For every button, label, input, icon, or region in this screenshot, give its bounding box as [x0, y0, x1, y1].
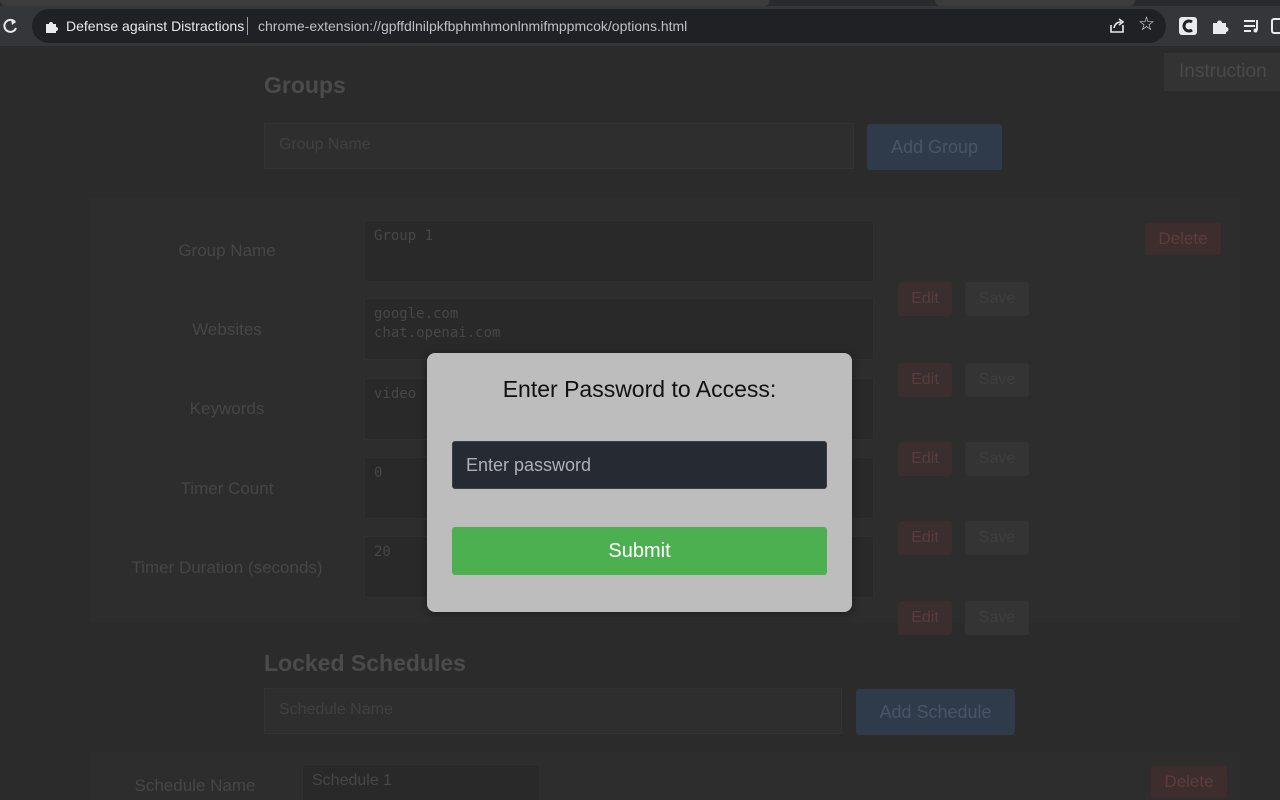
omnibox-divider	[247, 17, 248, 35]
row-value-group-name[interactable]: Group 1	[364, 220, 874, 282]
password-modal: Enter Password to Access: Submit	[427, 353, 852, 612]
extensions-icon[interactable]	[1210, 16, 1230, 36]
edit-button[interactable]: Edit	[898, 363, 952, 397]
url-text[interactable]: chrome-extension://gpffdlnilpkfbphmhmonl…	[258, 18, 687, 34]
site-name: Defense against Distractions	[66, 18, 245, 34]
media-queue-icon[interactable]	[1242, 16, 1262, 36]
password-input[interactable]	[452, 441, 827, 489]
edit-button[interactable]: Edit	[898, 282, 952, 316]
row-label-group-name: Group Name	[178, 241, 276, 260]
add-group-button[interactable]: Add Group	[867, 124, 1002, 170]
edit-button[interactable]: Edit	[898, 442, 952, 476]
row-label-keywords: Keywords	[189, 399, 265, 418]
edit-button[interactable]: Edit	[898, 521, 952, 555]
extension-c-icon[interactable]	[1178, 16, 1198, 36]
submit-button[interactable]: Submit	[452, 527, 827, 575]
extension-puzzle-icon	[44, 18, 60, 34]
add-schedule-button[interactable]: Add Schedule	[856, 689, 1015, 735]
delete-group-button[interactable]: Delete	[1145, 223, 1221, 255]
side-panel-icon[interactable]	[1270, 16, 1280, 36]
group-name-input[interactable]: Group Name	[264, 123, 854, 169]
star-icon[interactable]: ☆	[1138, 14, 1155, 36]
share-icon[interactable]	[1108, 17, 1126, 35]
save-button[interactable]: Save	[965, 363, 1029, 397]
row-label-timer-duration: Timer Duration (seconds)	[131, 558, 323, 577]
schedules-heading: Locked Schedules	[264, 650, 466, 676]
address-bar[interactable]: Defense against Distractions chrome-exte…	[32, 9, 1166, 43]
browser-toolbar: Defense against Distractions chrome-exte…	[0, 6, 1280, 46]
delete-schedule-button[interactable]: Delete	[1151, 766, 1227, 798]
row-label-schedule-name: Schedule Name	[134, 776, 256, 795]
modal-title: Enter Password to Access:	[502, 376, 777, 402]
row-label-timer-count: Timer Count	[180, 479, 274, 498]
reload-icon[interactable]	[2, 16, 18, 36]
row-label-websites: Websites	[192, 320, 262, 339]
schedule-name-input[interactable]: Schedule Name	[264, 688, 842, 734]
save-button[interactable]: Save	[965, 442, 1029, 476]
row-value-websites[interactable]: google.com chat.openai.com	[364, 298, 874, 360]
groups-heading: Groups	[264, 72, 346, 98]
save-button[interactable]: Save	[965, 601, 1029, 635]
schedule-panel: Schedule Name Schedule 1 Delete	[90, 752, 1240, 800]
row-value-schedule-name[interactable]: Schedule 1	[302, 764, 540, 800]
edit-button[interactable]: Edit	[898, 601, 952, 635]
save-button[interactable]: Save	[965, 521, 1029, 555]
save-button[interactable]: Save	[965, 282, 1029, 316]
instruction-button[interactable]: Instruction	[1164, 53, 1280, 91]
